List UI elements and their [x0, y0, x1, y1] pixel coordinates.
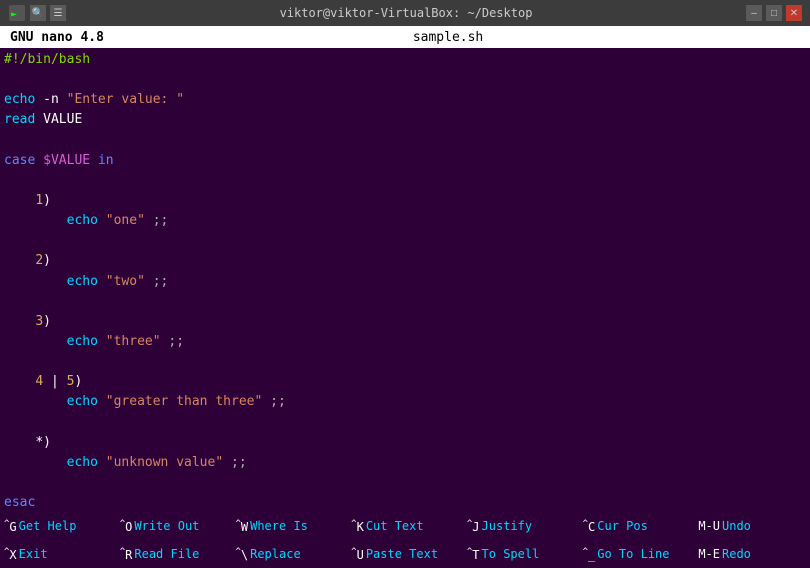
shortcut-get-help[interactable]: ^G Get Help: [0, 519, 116, 534]
terminal-icon: ►: [8, 4, 26, 22]
line-echo: echo -n "Enter value: ": [4, 90, 806, 110]
label-cur-pos: Cur Pos: [597, 519, 648, 533]
line-shebang: #!/bin/bash: [4, 50, 806, 70]
label-replace: Replace: [250, 547, 301, 561]
line-echo3: echo "three" ;;: [4, 332, 806, 352]
line-blank4: [4, 231, 806, 251]
line-blank2: [4, 131, 806, 151]
key-where-is: ^W: [235, 519, 248, 534]
search-button[interactable]: 🔍: [30, 5, 46, 21]
shortcut-read-file[interactable]: ^R Read File: [116, 547, 232, 562]
window-controls: – □ ✕: [746, 5, 802, 21]
line-esac: esac: [4, 493, 806, 512]
line-read: read VALUE: [4, 110, 806, 130]
titlebar-left: ► 🔍 ☰: [8, 4, 66, 22]
line-case45: 4 | 5): [4, 372, 806, 392]
shortcut-cut-text[interactable]: ^K Cut Text: [347, 519, 463, 534]
label-write-out: Write Out: [134, 519, 199, 533]
key-cur-pos: ^C: [583, 519, 596, 534]
editor-area[interactable]: #!/bin/bash echo -n "Enter value: " read…: [0, 48, 810, 512]
line-blank3: [4, 171, 806, 191]
line-echo2: echo "two" ;;: [4, 272, 806, 292]
line-echo1: echo "one" ;;: [4, 211, 806, 231]
shortcut-replace[interactable]: ^\ Replace: [231, 547, 347, 562]
key-cut-text: ^K: [351, 519, 364, 534]
line-echo5: echo "unknown value" ;;: [4, 453, 806, 473]
key-go-to-line: ^_: [583, 547, 596, 562]
nano-filename: sample.sh: [413, 30, 483, 45]
shortcut-bar: ^G Get Help ^O Write Out ^W Where Is ^K …: [0, 512, 810, 568]
line-case: case $VALUE in: [4, 151, 806, 171]
shortcut-redo[interactable]: M-E Redo: [694, 547, 810, 561]
shortcut-where-is[interactable]: ^W Where Is: [231, 519, 347, 534]
line-case1: 1): [4, 191, 806, 211]
key-to-spell: ^T: [467, 547, 480, 562]
shortcut-paste-text[interactable]: ^U Paste Text: [347, 547, 463, 562]
shortcut-justify[interactable]: ^J Justify: [463, 519, 579, 534]
shortcut-go-to-line[interactable]: ^_ Go To Line: [579, 547, 695, 562]
svg-text:►: ►: [11, 9, 17, 20]
line-echo4: echo "greater than three" ;;: [4, 392, 806, 412]
line-blank8: [4, 473, 806, 493]
nano-header-right: [792, 30, 800, 45]
label-go-to-line: Go To Line: [597, 547, 669, 561]
line-case3: 3): [4, 312, 806, 332]
nano-header: GNU nano 4.8 sample.sh: [0, 26, 810, 48]
line-blank7: [4, 413, 806, 433]
shortcut-row-2: ^X Exit ^R Read File ^\ Replace ^U Paste…: [0, 540, 810, 568]
key-write-out: ^O: [120, 519, 133, 534]
menu-button[interactable]: ☰: [50, 5, 66, 21]
shortcut-write-out[interactable]: ^O Write Out: [116, 519, 232, 534]
maximize-button[interactable]: □: [766, 5, 782, 21]
shortcut-cur-pos[interactable]: ^C Cur Pos: [579, 519, 695, 534]
label-justify: Justify: [482, 519, 533, 533]
shortcut-to-spell[interactable]: ^T To Spell: [463, 547, 579, 562]
titlebar: ► 🔍 ☰ viktor@viktor-VirtualBox: ~/Deskto…: [0, 0, 810, 26]
line-blank6: [4, 352, 806, 372]
shortcut-row-1: ^G Get Help ^O Write Out ^W Where Is ^K …: [0, 512, 810, 540]
key-exit: ^X: [4, 547, 17, 562]
window-title: viktor@viktor-VirtualBox: ~/Desktop: [280, 6, 533, 20]
key-get-help: ^G: [4, 519, 17, 534]
key-undo: M-U: [698, 519, 720, 533]
key-replace: ^\: [235, 547, 248, 562]
line-case2: 2): [4, 251, 806, 271]
minimize-button[interactable]: –: [746, 5, 762, 21]
line-blank5: [4, 292, 806, 312]
label-paste-text: Paste Text: [366, 547, 438, 561]
key-paste-text: ^U: [351, 547, 364, 562]
label-undo: Undo: [722, 519, 751, 533]
label-read-file: Read File: [134, 547, 199, 561]
shortcut-undo[interactable]: M-U Undo: [694, 519, 810, 533]
label-exit: Exit: [19, 547, 48, 561]
shortcut-exit[interactable]: ^X Exit: [0, 547, 116, 562]
key-redo: M-E: [698, 547, 720, 561]
label-to-spell: To Spell: [482, 547, 540, 561]
label-cut-text: Cut Text: [366, 519, 424, 533]
label-redo: Redo: [722, 547, 751, 561]
close-button[interactable]: ✕: [786, 5, 802, 21]
key-read-file: ^R: [120, 547, 133, 562]
label-where-is: Where Is: [250, 519, 308, 533]
key-justify: ^J: [467, 519, 480, 534]
line-blank1: [4, 70, 806, 90]
line-casestar: *): [4, 433, 806, 453]
label-get-help: Get Help: [19, 519, 77, 533]
nano-version: GNU nano 4.8: [10, 30, 104, 45]
